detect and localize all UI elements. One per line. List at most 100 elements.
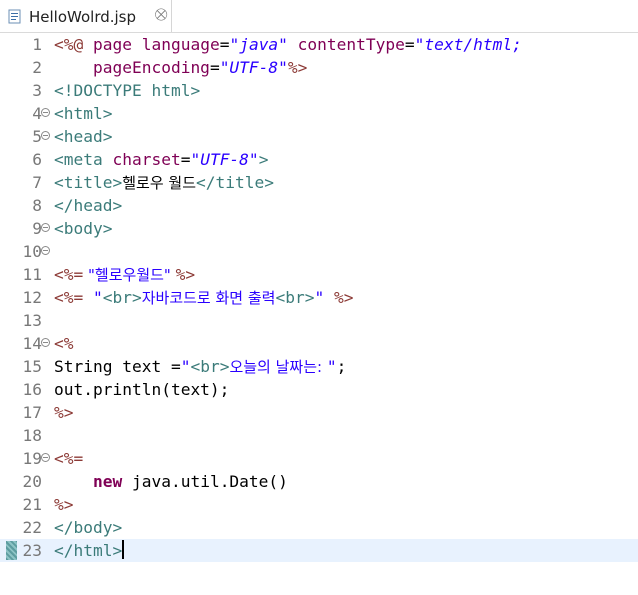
html-tag: <br> (275, 288, 315, 307)
fold-toggle-icon[interactable] (41, 246, 50, 255)
java-keyword: new (92, 472, 123, 491)
html-tag: <html> (54, 104, 113, 123)
code-line: 7 <title>헬로우 월드</title> (0, 171, 638, 194)
jsp-delimiter: <%= (54, 449, 84, 468)
code-line: 8 </head> (0, 194, 638, 217)
equals: = (404, 35, 415, 54)
code-line: 11 <%= "헬로우월드" %> (0, 263, 638, 286)
line-number: 3 (32, 81, 42, 100)
code-line: 1 <%@ page language="java" contentType="… (0, 33, 638, 56)
code-editor[interactable]: 1 <%@ page language="java" contentType="… (0, 33, 638, 595)
fold-toggle-icon[interactable] (41, 453, 50, 462)
code-text: </body> (54, 516, 122, 539)
equals: = (219, 35, 230, 54)
jsp-delimiter: %> (54, 495, 74, 514)
code-text: <%= "<br>자바코드로 화면 출력<br>" %> (54, 286, 353, 310)
code-text: <% (54, 332, 74, 355)
code-line: 6 <meta charset="UTF-8"> (0, 148, 638, 171)
title-content: 헬로우 월드 (122, 174, 197, 192)
code-text: <%= "헬로우월드" %> (54, 263, 195, 287)
attribute-name: pageEncoding (92, 58, 210, 77)
fold-toggle-icon[interactable] (41, 223, 50, 232)
line-number: 1 (32, 35, 42, 54)
html-tag: </html> (54, 541, 123, 560)
code-line: 14 <% (0, 332, 638, 355)
current-code-line: 23 </html> (0, 539, 638, 562)
code-text: %> (54, 493, 74, 516)
line-number: 18 (22, 426, 43, 445)
jsp-delimiter: <%@ (54, 35, 84, 54)
line-number: 10 (22, 242, 43, 261)
html-tag: </body> (54, 518, 123, 537)
jsp-delimiter: %> (287, 58, 308, 77)
attribute-name: language (141, 35, 220, 54)
html-tag: <title> (54, 173, 123, 192)
code-text: out.println(text); (54, 378, 229, 401)
code-text: <%= (54, 447, 83, 470)
html-tag: <body> (54, 219, 113, 238)
string-literal: " (326, 357, 337, 376)
line-number: 8 (32, 196, 42, 215)
code-text: </head> (54, 194, 122, 217)
fold-toggle-icon[interactable] (41, 108, 50, 117)
code-text: <%@ page language="java" contentType="te… (54, 33, 522, 56)
directive-name: page (83, 35, 142, 54)
jsp-delimiter: %> (54, 403, 74, 422)
line-number: 6 (32, 150, 42, 169)
string-literal: 오늘의 날짜는: (229, 358, 327, 376)
attribute-value: "java" (229, 35, 288, 54)
code-line: 19 <%= (0, 447, 638, 470)
code-line: 12 <%= "<br>자바코드로 화면 출력<br>" %> (0, 286, 638, 309)
string-literal: 자바코드로 화면 출력 (141, 289, 276, 307)
code-line: 9 <body> (0, 217, 638, 240)
code-line: 10 (0, 240, 638, 263)
code-line: 5 <head> (0, 125, 638, 148)
code-line: 3 <!DOCTYPE html> (0, 79, 638, 102)
code-line: 2 pageEncoding="UTF-8"%> (0, 56, 638, 79)
attribute-name: contentType (287, 35, 405, 54)
attribute-name: charset (102, 150, 181, 169)
code-line: 22 </body> (0, 516, 638, 539)
jsp-delimiter: %> (333, 288, 354, 307)
equals: = (180, 150, 191, 169)
line-number: 2 (32, 58, 42, 77)
close-tab-icon[interactable]: ⛒ (155, 7, 167, 22)
attribute-value: "UTF-8" (190, 150, 259, 169)
html-tag: <br> (102, 288, 142, 307)
equals: = (209, 58, 220, 77)
jsp-delimiter: <%= (54, 288, 84, 307)
code-text: new java.util.Date() (54, 470, 288, 493)
tab-hellowolrd-jsp[interactable]: HelloWolrd.jsp ⛒ (0, 0, 172, 32)
semicolon: ; (336, 357, 347, 376)
code-line: 18 (0, 424, 638, 447)
line-number: 13 (22, 311, 43, 330)
attribute-value: "text/html; (414, 35, 522, 54)
string-literal: " (314, 288, 334, 307)
jsp-delimiter: <% (54, 334, 74, 353)
code-text: <meta charset="UTF-8"> (54, 148, 268, 171)
line-number: 22 (22, 518, 43, 537)
java-code: String text = (54, 357, 181, 376)
code-line: 13 (0, 309, 638, 332)
line-number: 7 (32, 173, 42, 192)
code-text: <!DOCTYPE html> (54, 79, 200, 102)
code-text: <html> (54, 102, 112, 125)
text-cursor (122, 540, 125, 559)
html-tag: > (258, 150, 269, 169)
code-text: %> (54, 401, 74, 424)
line-number: 14 (22, 334, 43, 353)
line-number: 17 (22, 403, 43, 422)
code-line: 21 %> (0, 493, 638, 516)
line-number: 15 (22, 357, 43, 376)
string-literal: " (83, 288, 103, 307)
line-number: 19 (22, 449, 43, 468)
line-number: 21 (22, 495, 43, 514)
java-code: out.println(text); (54, 380, 230, 399)
fold-toggle-icon[interactable] (41, 131, 50, 140)
fold-toggle-icon[interactable] (41, 338, 50, 347)
code-line: 4 <html> (0, 102, 638, 125)
html-tag: <head> (54, 127, 113, 146)
html-tag: </title> (196, 173, 274, 192)
